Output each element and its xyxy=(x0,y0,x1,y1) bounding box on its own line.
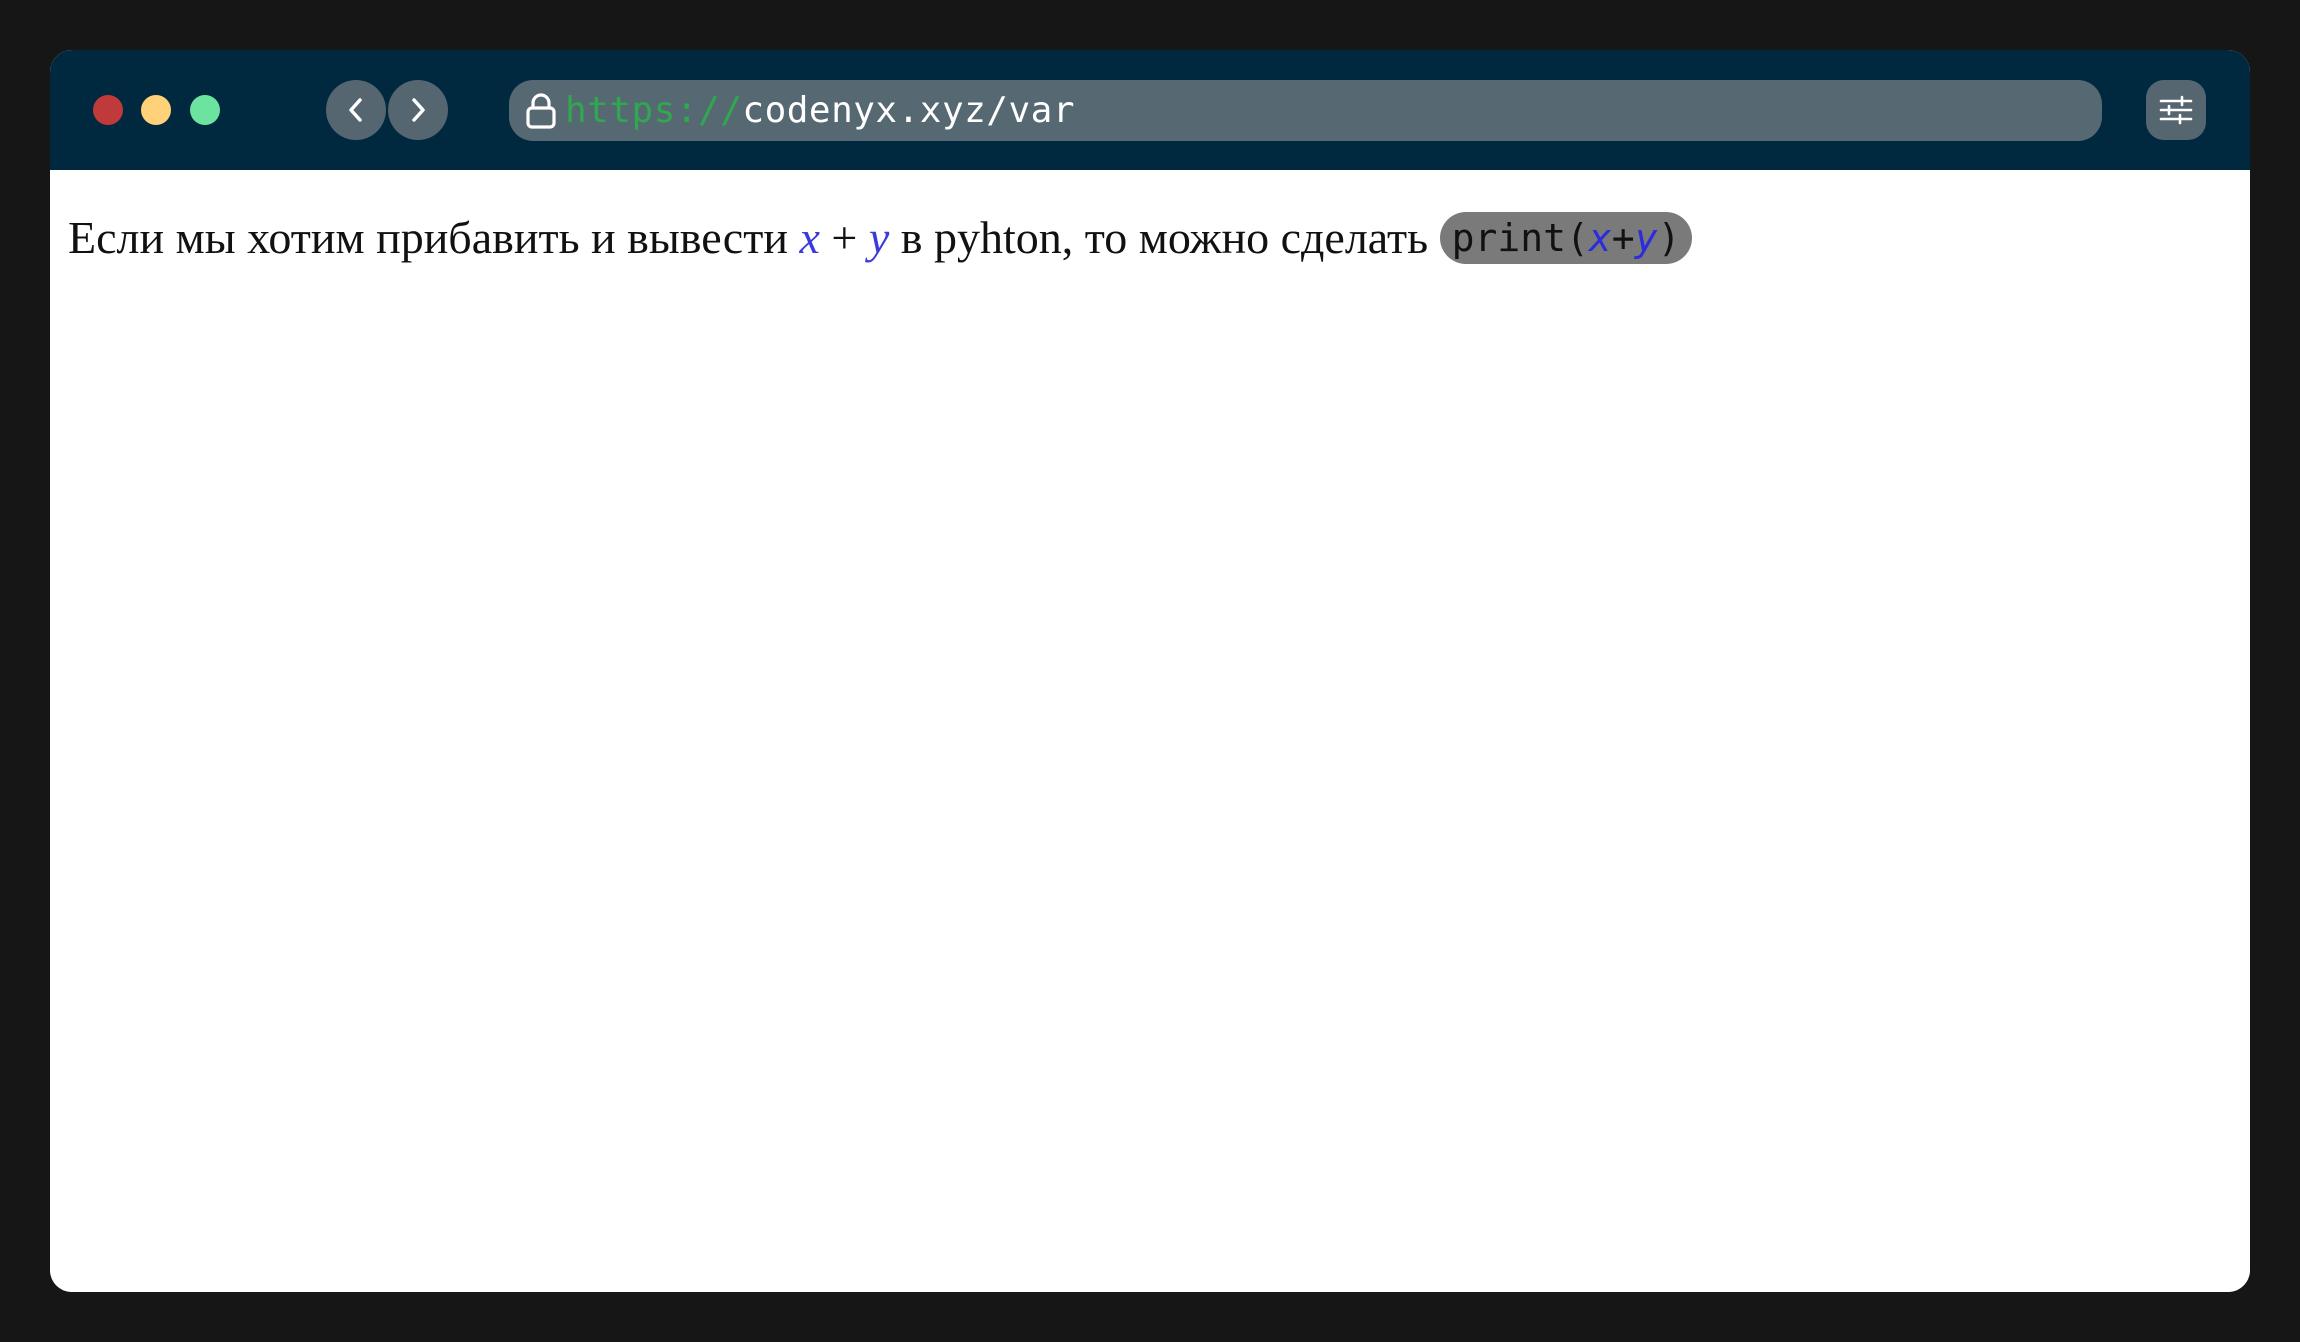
page-content: Если мы хотим прибавить и вывести x + y … xyxy=(50,170,2250,1292)
maximize-window-button[interactable] xyxy=(190,95,220,125)
math-plus: + xyxy=(819,212,869,263)
code-variable-x: x xyxy=(1588,216,1612,261)
inline-code: print(x+y) xyxy=(1439,212,1693,265)
code-plus: + xyxy=(1611,216,1635,261)
math-variable-x: x xyxy=(799,212,820,263)
settings-button[interactable] xyxy=(2146,80,2206,140)
back-button[interactable] xyxy=(326,80,386,140)
code-suffix: ) xyxy=(1657,216,1681,261)
chevron-right-icon xyxy=(412,98,425,122)
close-window-button[interactable] xyxy=(93,95,123,125)
chevron-left-icon xyxy=(349,98,362,122)
code-prefix: print( xyxy=(1451,216,1589,261)
forward-button[interactable] xyxy=(388,80,448,140)
paragraph-text-after: в pyhton, то можно сделать xyxy=(889,212,1440,263)
browser-window: https://codenyx.xyz/var Если мы хотим пр… xyxy=(50,50,2250,1292)
code-variable-y: y xyxy=(1634,216,1658,261)
content-paragraph: Если мы хотим прибавить и вывести x + y … xyxy=(68,210,1693,268)
address-bar[interactable]: https://codenyx.xyz/var xyxy=(509,80,2102,141)
minimize-window-button[interactable] xyxy=(141,95,171,125)
browser-titlebar: https://codenyx.xyz/var xyxy=(50,50,2250,170)
paragraph-text-before: Если мы хотим прибавить и вывести xyxy=(68,212,800,263)
math-variable-y: y xyxy=(868,212,890,263)
sliders-icon xyxy=(2159,95,2193,125)
url-scheme: https:// xyxy=(565,90,743,131)
lock-icon xyxy=(523,91,559,131)
url-text[interactable]: https://codenyx.xyz/var xyxy=(565,90,1075,131)
url-host: codenyx.xyz/var xyxy=(742,90,1075,131)
